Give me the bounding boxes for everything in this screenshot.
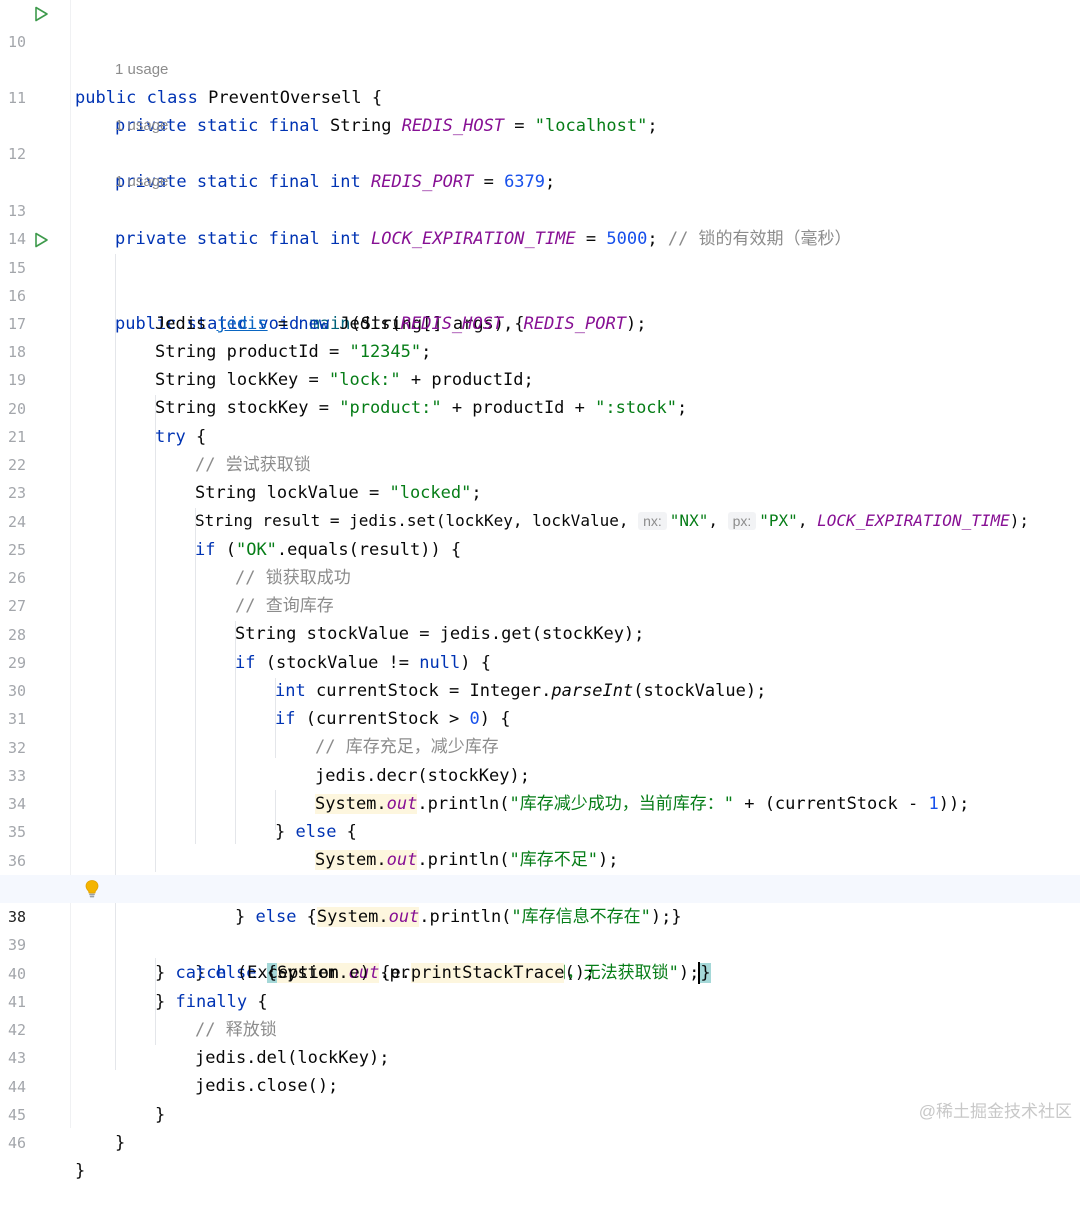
code-line[interactable]: 44 } xyxy=(0,1045,1080,1125)
code-line[interactable]: 41 // 释放锁 xyxy=(0,960,1080,1040)
code-line[interactable]: 19 String stockKey = "product:" + produc… xyxy=(0,338,1080,418)
code-line[interactable]: 10 public class PreventOversell { xyxy=(0,0,1080,108)
code-line[interactable]: 32 jedis.decr(stockKey); xyxy=(0,706,1080,786)
code-line[interactable]: 29 int currentStock = Integer.parseInt(s… xyxy=(0,621,1080,701)
code-line[interactable]: 39 } catch (Exception e) {e.printStackTr… xyxy=(0,903,1080,983)
code-line[interactable]: 37 } else {System.out.println("库存信息不存在")… xyxy=(0,847,1080,927)
code-line[interactable]: 30 if (currentStock > 0) { xyxy=(0,649,1080,729)
current-code-line[interactable]: 38 } else {System.out.println("锁已被占用，无法获… xyxy=(0,875,1080,984)
line-number: 46 xyxy=(7,1134,26,1152)
code-line[interactable]: 42 jedis.del(lockKey); xyxy=(0,988,1080,1068)
code-line[interactable]: 31 // 库存充足，减少库存 xyxy=(0,677,1080,757)
run-icon[interactable] xyxy=(33,6,49,22)
lightbulb-icon[interactable] xyxy=(84,879,100,899)
code-line[interactable]: 35 System.out.println("库存不足"); xyxy=(0,790,1080,870)
code-line[interactable]: 36 } xyxy=(0,819,1080,899)
code-line[interactable]: 43 jedis.close(); xyxy=(0,1016,1080,1096)
usage-hint-row: 1 usage xyxy=(0,140,1080,190)
code-line[interactable]: 13 private static final int LOCK_EXPIRAT… xyxy=(0,169,1080,249)
code-line[interactable]: 15 public static void main(String[] args… xyxy=(0,226,1080,334)
code-line[interactable]: 18 String lockKey = "lock:" + productId; xyxy=(0,310,1080,390)
usage-hint-row: 1 usage xyxy=(0,28,1080,78)
code-line[interactable]: 20 try { xyxy=(0,367,1080,447)
code-line[interactable]: 14 xyxy=(0,197,1080,248)
code-line[interactable]: 26 // 查询库存 xyxy=(0,536,1080,616)
code-line[interactable]: 16 Jedis jedis = new Jedis(REDIS_HOST, R… xyxy=(0,254,1080,334)
code-line[interactable]: 23 String result = jedis.set(lockKey, lo… xyxy=(0,451,1080,530)
code-line[interactable]: 25 // 锁获取成功 xyxy=(0,508,1080,588)
code-line[interactable]: 27 String stockValue = jedis.get(stockKe… xyxy=(0,564,1080,644)
watermark: @稀土掘金技术社区 xyxy=(918,1102,1072,1121)
code-line[interactable]: 21 // 尝试获取锁 xyxy=(0,395,1080,475)
code-line[interactable]: 24 if ("OK".equals(result)) { xyxy=(0,480,1080,560)
code-line[interactable]: 34 } else { xyxy=(0,762,1080,842)
code-line[interactable]: 11 private static final String REDIS_HOS… xyxy=(0,56,1080,136)
code-line[interactable]: 40 } finally { xyxy=(0,932,1080,1012)
code-editor[interactable]: 10 public class PreventOversell { 1 usag… xyxy=(0,0,1080,1181)
code-line[interactable]: 17 String productId = "12345"; xyxy=(0,282,1080,362)
run-icon[interactable] xyxy=(33,232,49,248)
code-line[interactable]: 28 if (stockValue != null) { xyxy=(0,593,1080,673)
code-line[interactable]: 22 String lockValue = "locked"; xyxy=(0,423,1080,503)
code-line[interactable]: 33 System.out.println("库存减少成功，当前库存：" + (… xyxy=(0,734,1080,814)
usage-hint-row: 1 usage xyxy=(0,84,1080,134)
code-line[interactable]: 12 private static final int REDIS_PORT =… xyxy=(0,112,1080,192)
